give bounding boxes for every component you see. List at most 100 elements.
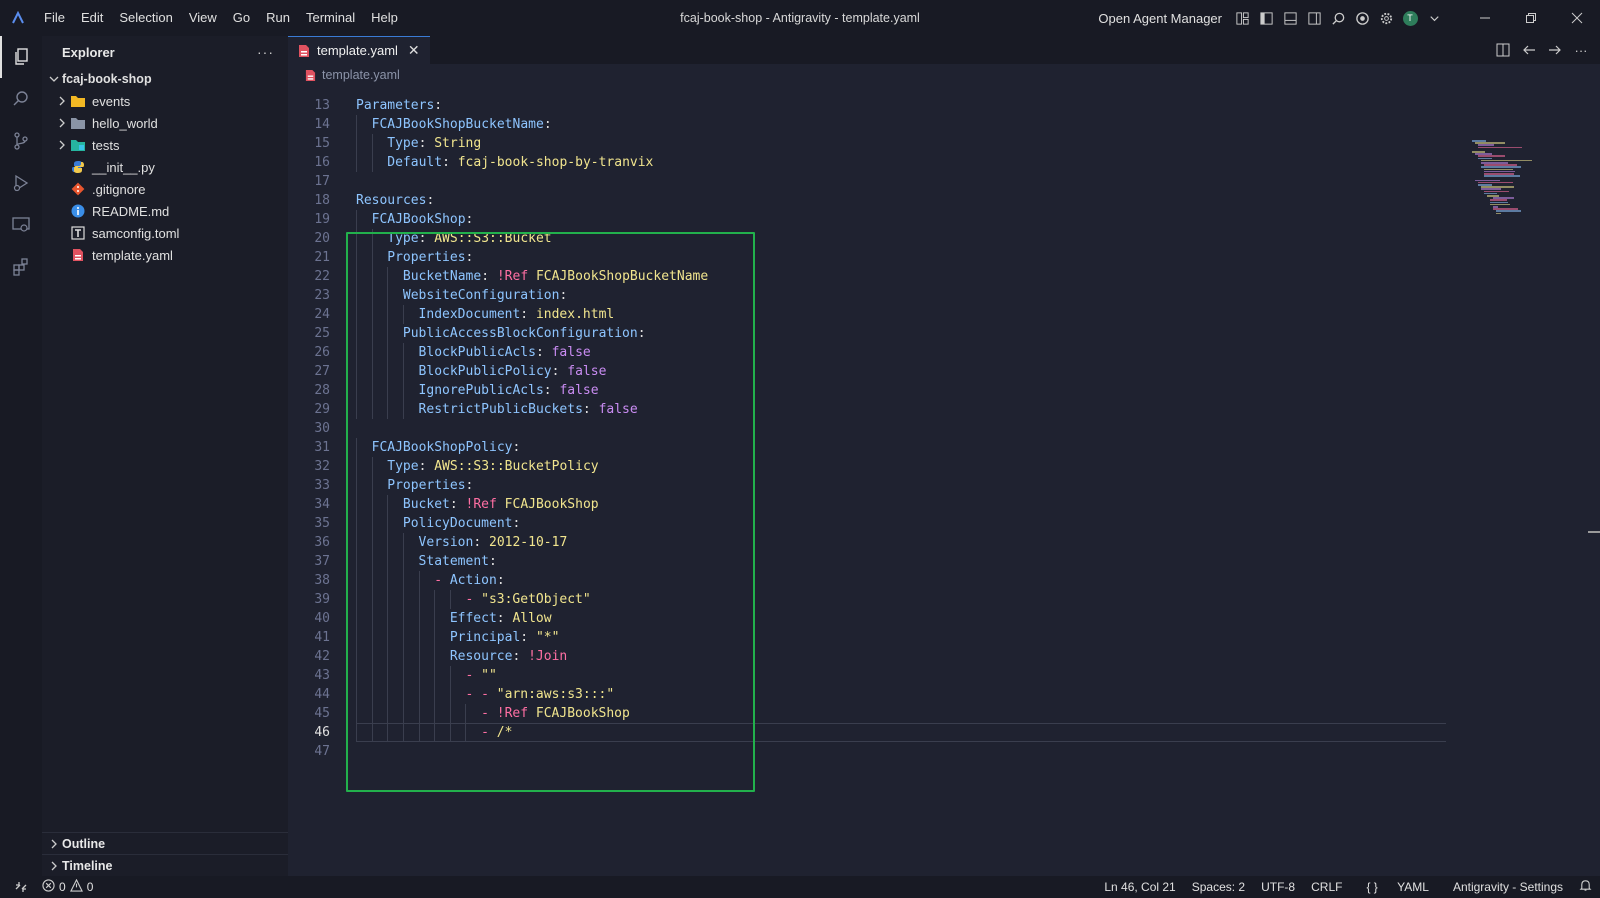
indent-guide	[402, 628, 404, 647]
minimize-button[interactable]	[1462, 0, 1508, 36]
code-text: Type: AWS::S3::Bucket	[387, 229, 551, 248]
language-mode[interactable]: { } YAML	[1350, 880, 1445, 894]
indent-guide	[371, 628, 373, 647]
indent-guide	[356, 324, 357, 343]
close-window-button[interactable]	[1554, 0, 1600, 36]
menu-selection[interactable]: Selection	[111, 0, 180, 36]
code-token: FCAJBookShopBucketName	[371, 117, 544, 132]
indent-guide	[356, 685, 357, 704]
bell-icon[interactable]	[1571, 879, 1600, 895]
menu-view[interactable]: View	[181, 0, 225, 36]
tree-item-hello-world[interactable]: hello_world	[42, 112, 288, 134]
indent-guide	[387, 571, 389, 590]
close-tab-button[interactable]: ✕	[408, 42, 420, 59]
indent-guide	[402, 609, 404, 628]
indent-guide	[449, 685, 451, 704]
minimap[interactable]	[1466, 136, 1586, 246]
run-debug-icon[interactable]	[0, 162, 42, 204]
code-line: 22 BucketName: !Ref FCAJBookShopBucketNam…	[288, 267, 1468, 286]
split-editor-icon[interactable]	[1490, 43, 1516, 57]
line-number: 41	[314, 630, 330, 645]
indent-guide	[356, 115, 357, 134]
code-token: Properties	[387, 478, 466, 493]
indent-guide	[356, 723, 357, 742]
code-text: Properties:	[387, 248, 473, 267]
tree-item-tests[interactable]: tests	[42, 134, 288, 156]
indent-guide	[371, 704, 373, 723]
scrollbar-marker[interactable]	[1588, 531, 1600, 533]
menu-help[interactable]: Help	[363, 0, 406, 36]
code-line: 23 WebsiteConfiguration:	[288, 286, 1468, 305]
code-line: 37 Statement:	[288, 552, 1468, 571]
code-text: Parameters:	[356, 96, 442, 115]
indentation[interactable]: Spaces: 2	[1184, 880, 1253, 894]
tree-item-template-yaml[interactable]: template.yaml	[42, 244, 288, 266]
status-bar: 0 0 Ln 46, Col 21 Spaces: 2 UTF-8 CRLF {…	[0, 876, 1600, 898]
search-icon[interactable]	[1326, 6, 1350, 30]
avatar-initial: T	[1402, 10, 1418, 26]
indent-guide	[434, 685, 436, 704]
problems-indicator[interactable]: 0 0	[42, 878, 93, 895]
settings-status[interactable]: Antigravity - Settings	[1445, 880, 1571, 894]
more-actions-button[interactable]: ···	[257, 44, 274, 60]
code-token: Type	[387, 136, 419, 151]
encoding[interactable]: UTF-8	[1253, 880, 1303, 894]
customize-layout-icon[interactable]	[1230, 6, 1254, 30]
code-token: Type	[387, 459, 419, 474]
indent-guide	[449, 590, 451, 609]
account-avatar[interactable]: T	[1398, 6, 1422, 30]
chevron-right-icon	[54, 118, 70, 128]
indent-guide	[418, 590, 420, 609]
menu-go[interactable]: Go	[225, 0, 258, 36]
code-token: WebsiteConfiguration	[402, 288, 560, 303]
indent-guide	[356, 457, 357, 476]
open-agent-manager-button[interactable]: Open Agent Manager	[1098, 11, 1222, 26]
tree-item-events[interactable]: events	[42, 90, 288, 112]
cursor-position[interactable]: Ln 46, Col 21	[1096, 880, 1183, 894]
code-editor[interactable]: 12 13Parameters:14FCAJBookShopBucketName…	[288, 86, 1600, 876]
menu-terminal[interactable]: Terminal	[298, 0, 363, 36]
tree-item-samconfig[interactable]: samconfig.toml	[42, 222, 288, 244]
settings-gear-icon[interactable]	[1374, 6, 1398, 30]
extensions-icon[interactable]	[0, 246, 42, 288]
menu-file[interactable]: File	[36, 0, 73, 36]
toggle-primary-sidebar-icon[interactable]	[1254, 6, 1278, 30]
source-control-icon[interactable]	[0, 120, 42, 162]
tree-item-gitignore[interactable]: .gitignore	[42, 178, 288, 200]
restore-button[interactable]	[1508, 0, 1554, 36]
toggle-panel-icon[interactable]	[1278, 6, 1302, 30]
chevron-down-icon[interactable]	[1422, 6, 1446, 30]
search-view-icon[interactable]	[0, 78, 42, 120]
code-line: 45 - !Ref FCAJBookShop	[288, 704, 1468, 723]
outline-section[interactable]: Outline	[42, 832, 288, 854]
tab-template-yaml[interactable]: template.yaml ✕	[288, 36, 430, 64]
browser-icon[interactable]	[1350, 6, 1374, 30]
line-number: 39	[314, 592, 330, 607]
code-token: Default	[387, 155, 443, 170]
indent-guide	[434, 609, 436, 628]
tree-item-init-py[interactable]: __init__.py	[42, 156, 288, 178]
more-icon[interactable]: ···	[1568, 43, 1594, 58]
folder-grey-icon	[70, 115, 86, 131]
explorer-icon[interactable]	[0, 36, 42, 78]
menu-run[interactable]: Run	[258, 0, 298, 36]
folder-root[interactable]: fcaj-book-shop	[42, 68, 288, 90]
remote-explorer-icon[interactable]	[0, 204, 42, 246]
remote-indicator-icon[interactable]	[0, 880, 42, 894]
indent-guide	[371, 476, 373, 495]
indent-guide	[465, 704, 467, 723]
code-token: BucketName	[402, 269, 482, 284]
end-of-line[interactable]: CRLF	[1303, 880, 1350, 894]
tree-item-readme[interactable]: README.md	[42, 200, 288, 222]
menu-edit[interactable]: Edit	[73, 0, 111, 36]
indent-guide	[356, 552, 357, 571]
indent-guide	[402, 647, 404, 666]
timeline-section[interactable]: Timeline	[42, 854, 288, 876]
code-line: 40 Effect: Allow	[288, 609, 1468, 628]
indent-guide	[371, 723, 373, 742]
root-folder-label: fcaj-book-shop	[62, 72, 152, 86]
arrow-right-icon[interactable]	[1542, 43, 1568, 57]
line-number: 35	[314, 516, 330, 531]
arrow-left-icon[interactable]	[1516, 43, 1542, 57]
toggle-secondary-sidebar-icon[interactable]	[1302, 6, 1326, 30]
